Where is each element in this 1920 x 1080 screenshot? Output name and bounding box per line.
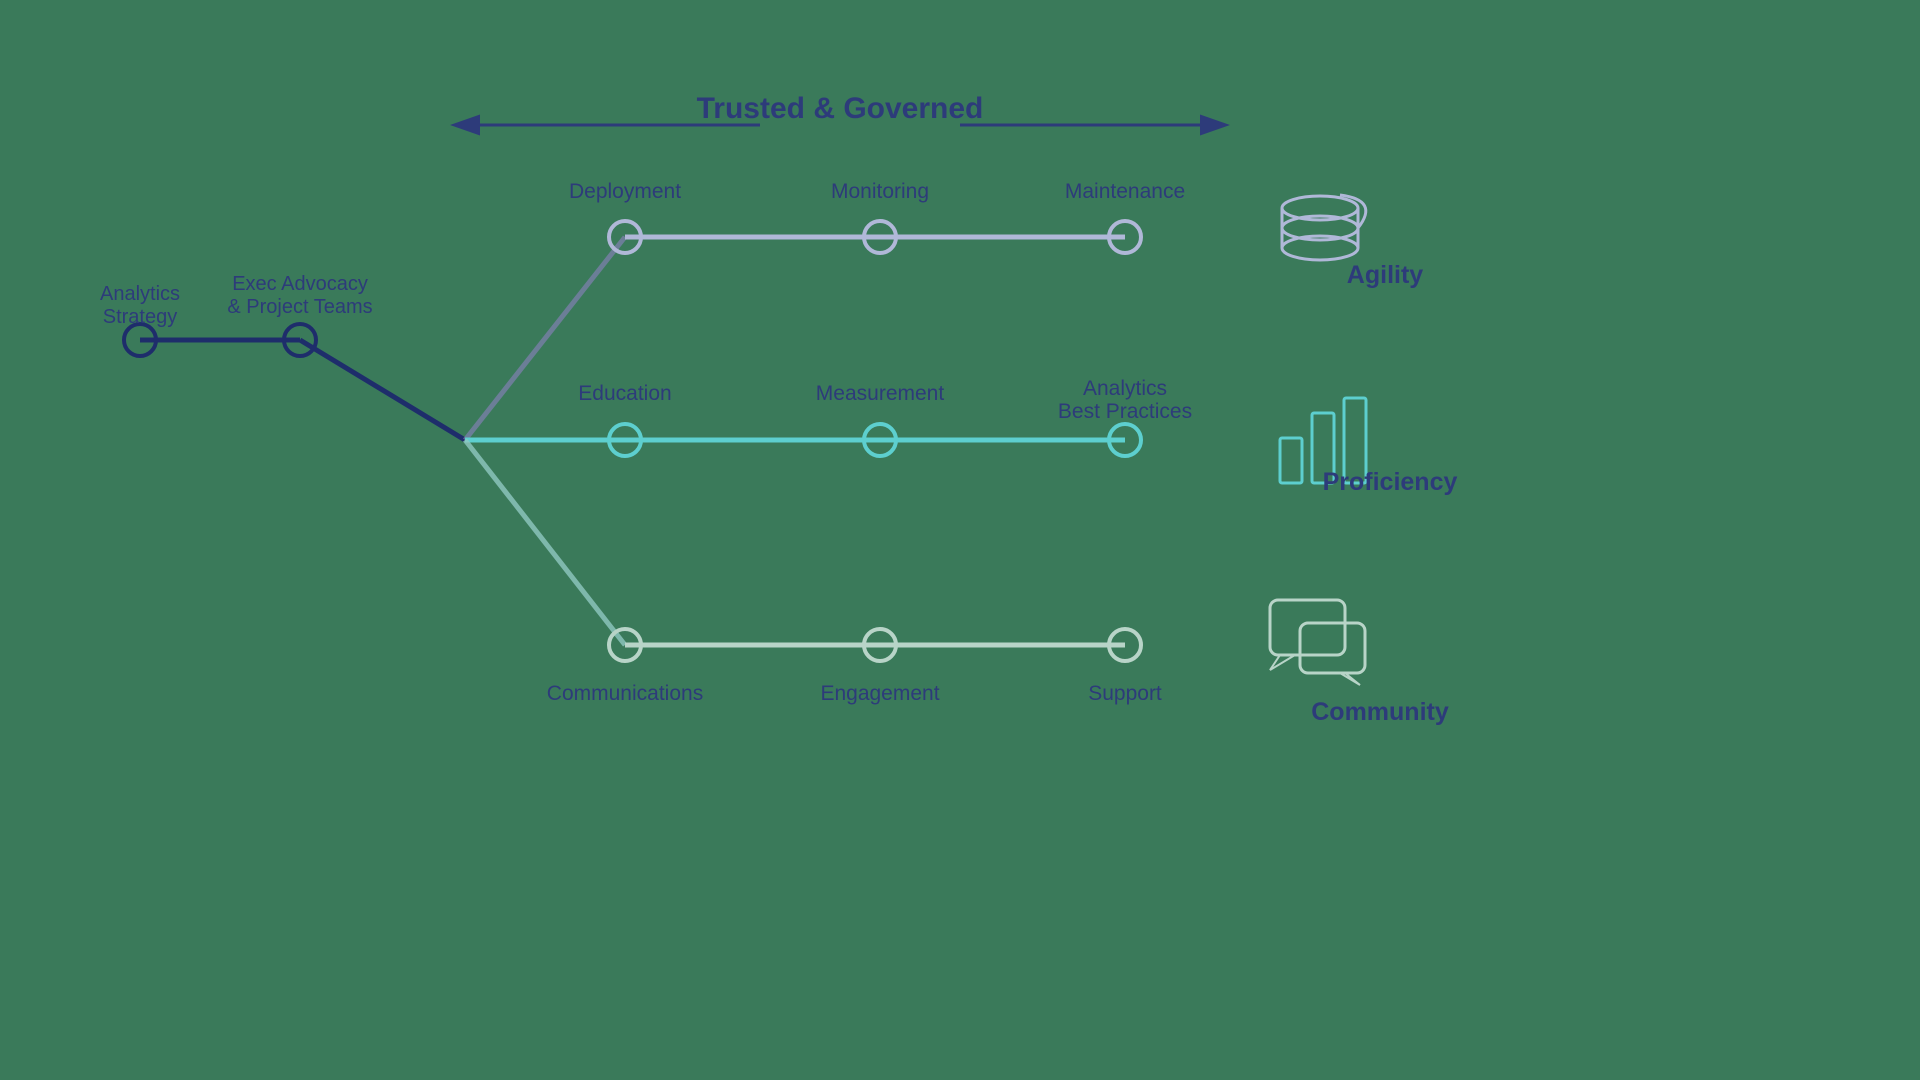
branch-community — [465, 440, 625, 645]
trusted-governed-label: Trusted & Governed — [697, 92, 984, 125]
label-support: Support — [1088, 682, 1162, 705]
stem-line-2 — [300, 340, 465, 440]
svg-text:& Project Teams: & Project Teams — [227, 296, 372, 318]
label-analytics-bp-2: Best Practices — [1058, 400, 1192, 423]
label-education: Education — [578, 382, 671, 405]
label-analytics-bp-1: Analytics — [1083, 377, 1167, 400]
community-icon — [1270, 600, 1365, 685]
label-monitoring: Monitoring — [831, 180, 929, 203]
label-communications: Communications — [547, 682, 703, 705]
label-exec-advocacy: Exec Advocacy — [232, 273, 368, 295]
diagram-svg: Analytics Strategy Exec Advocacy & Proje… — [0, 0, 1920, 1080]
label-analytics-strategy: Analytics — [100, 283, 180, 305]
branch-agility — [465, 237, 625, 440]
label-community: Community — [1311, 698, 1449, 726]
label-deployment: Deployment — [569, 180, 681, 203]
label-maintenance: Maintenance — [1065, 180, 1185, 203]
label-measurement: Measurement — [816, 382, 945, 405]
label-proficiency: Proficiency — [1323, 468, 1458, 496]
svg-text:Strategy: Strategy — [103, 306, 177, 328]
main-canvas: Analytics Strategy Exec Advocacy & Proje… — [0, 0, 1920, 1080]
agility-icon — [1282, 195, 1366, 260]
label-engagement: Engagement — [820, 682, 939, 705]
label-agility: Agility — [1347, 261, 1423, 289]
